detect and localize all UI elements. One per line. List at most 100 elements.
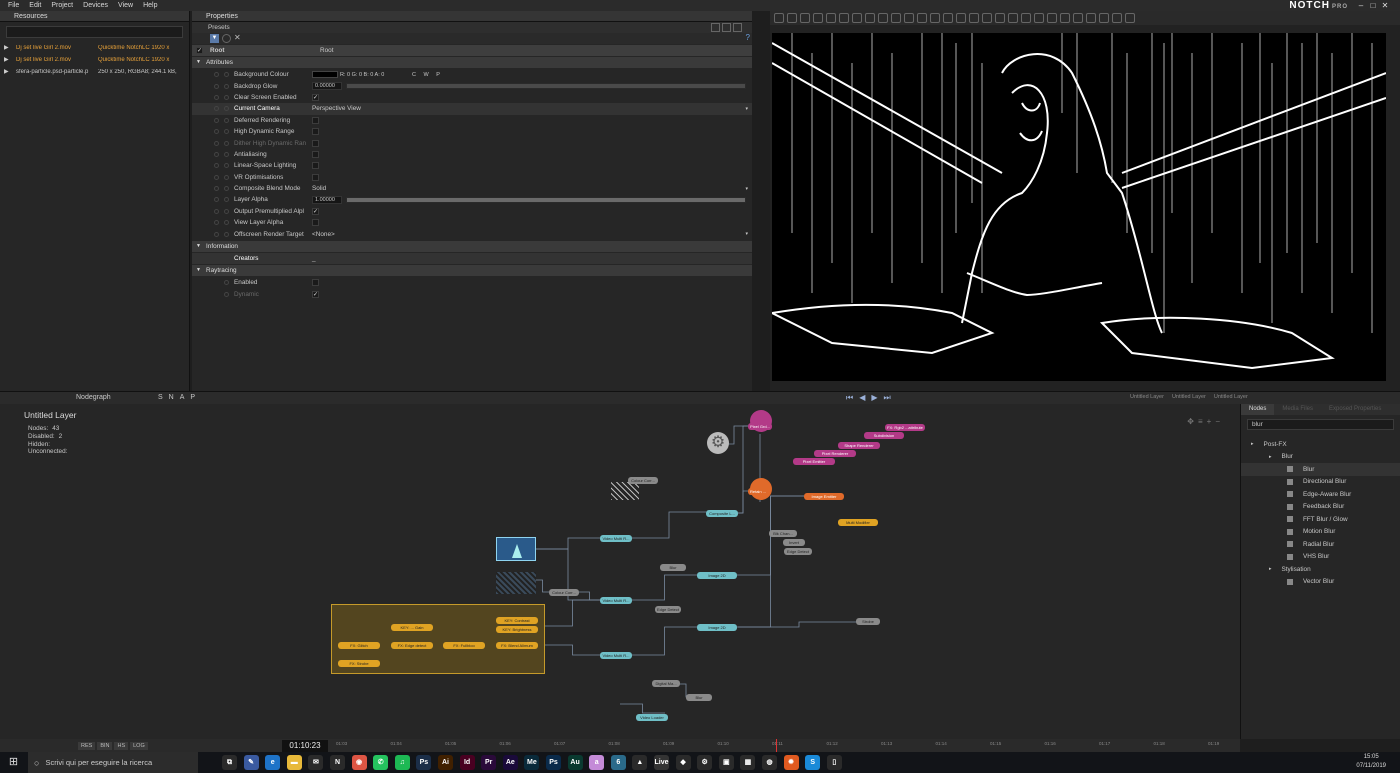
play-icon[interactable]: ▶	[4, 45, 10, 51]
link-dot-icon[interactable]	[224, 106, 229, 112]
keyframe-dot-icon[interactable]	[214, 231, 219, 237]
app-a-icon[interactable]: a	[589, 755, 605, 770]
keyframe-dot-icon[interactable]	[214, 72, 219, 78]
play-icon[interactable]: ▶	[4, 57, 10, 63]
menu-devices[interactable]: Devices	[83, 2, 108, 9]
keyframe-dot-icon[interactable]	[214, 151, 219, 157]
graph-node[interactable]: Retain ...	[748, 488, 768, 495]
graph-node[interactable]: Image 2D	[697, 624, 737, 631]
viewport-tool-icon[interactable]	[800, 13, 810, 23]
property-row[interactable]: Output Premultiplied Alpl ✓	[192, 206, 752, 217]
tree-arrow-icon[interactable]: ▸	[1269, 454, 1272, 460]
skip-start-icon[interactable]: ⏮	[846, 393, 853, 403]
viewport-tool-icon[interactable]	[995, 13, 1005, 23]
add-icon[interactable]	[722, 23, 731, 32]
color-mode-buttons[interactable]: C W P	[412, 72, 440, 78]
layer-tab[interactable]: Untitled Layer	[1130, 394, 1164, 400]
step-forward-icon[interactable]: ⏭	[884, 393, 891, 403]
information-section[interactable]: Information	[192, 240, 752, 252]
link-dot-icon[interactable]	[224, 83, 229, 89]
menu-edit[interactable]: Edit	[29, 2, 41, 9]
property-row[interactable]: High Dynamic Range	[192, 126, 752, 137]
link-dot-icon[interactable]	[224, 94, 229, 100]
tree-arrow-icon[interactable]: ▸	[1269, 566, 1272, 572]
resource-item[interactable]: ▶ Dj set live Girl 2.mov Quicktime NotchLC…	[0, 42, 189, 54]
property-checkbox[interactable]	[312, 116, 319, 124]
layer-tab[interactable]: Untitled Layer	[1214, 394, 1248, 400]
library-search-input[interactable]: blur	[1247, 419, 1394, 430]
keyframe-dot-icon[interactable]	[214, 140, 219, 146]
resource-item[interactable]: ▶ sfera-particle.psd-particle.p 250 x 250,…	[0, 66, 189, 78]
graph-node[interactable]: Colour Corr...	[628, 477, 658, 484]
viewport-tool-icon[interactable]	[865, 13, 875, 23]
link-dot-icon[interactable]	[224, 231, 229, 237]
notch-icon[interactable]: N	[330, 755, 345, 770]
graph-node[interactable]: FX: Edge detect	[391, 642, 433, 649]
snap-toggle[interactable]: A	[180, 394, 185, 401]
viewport-tool-icon[interactable]	[904, 13, 914, 23]
color-swatch[interactable]	[312, 71, 338, 79]
viewport-tool-icon[interactable]	[839, 13, 849, 23]
library-item[interactable]: Motion Blur	[1241, 526, 1400, 539]
keyframe-dot-icon[interactable]	[214, 220, 219, 226]
library-tab[interactable]: Media Files	[1274, 404, 1321, 415]
step-back-icon[interactable]: ◀	[859, 393, 865, 403]
filter-icon[interactable]: ▼	[210, 34, 219, 43]
graph-node[interactable]: Blur	[686, 694, 712, 701]
link-dot-icon[interactable]	[224, 208, 229, 214]
timecode-display[interactable]: 01:10:23	[282, 740, 328, 752]
graph-node[interactable]: Image Emitter	[804, 493, 844, 500]
viewport-tool-icon[interactable]	[826, 13, 836, 23]
property-checkbox[interactable]	[312, 162, 319, 170]
spotify-icon[interactable]: ♫	[394, 755, 410, 770]
property-checkbox[interactable]	[312, 150, 319, 158]
raytracing-checkbox[interactable]: ✓	[312, 290, 319, 298]
root-row[interactable]: ✓ Root Root	[192, 45, 752, 56]
screen-icon[interactable]: ▣	[718, 755, 734, 770]
graph-node[interactable]: Multi Modifier	[838, 519, 878, 526]
keyframe-dot-icon[interactable]	[214, 94, 219, 100]
property-row[interactable]: Antialiasing	[192, 149, 752, 160]
chrome-icon[interactable]: ◉	[351, 755, 367, 770]
graph-node[interactable]: Image 2D	[697, 572, 737, 579]
library-item[interactable]: FFT Blur / Glow	[1241, 513, 1400, 526]
video-thumbnail[interactable]	[496, 537, 536, 561]
graph-node[interactable]: Shape Renderer	[838, 442, 880, 449]
viewport-tool-icon[interactable]	[930, 13, 940, 23]
viewport-tool-icon[interactable]	[1073, 13, 1083, 23]
graph-node[interactable]: Colour Corr...	[549, 589, 579, 596]
property-row[interactable]: Linear-Space Lighting	[192, 160, 752, 171]
property-select[interactable]: Perspective View	[312, 105, 361, 112]
graph-node[interactable]: Pixel Renderer	[814, 450, 856, 457]
root-enabled-checkbox[interactable]: ✓	[196, 47, 203, 54]
viewport-tool-icon[interactable]	[982, 13, 992, 23]
property-row[interactable]: Backdrop Glow 0.00000	[192, 80, 752, 91]
chevron-down-icon[interactable]: ▾	[745, 186, 748, 192]
keyframe-dot-icon[interactable]	[214, 208, 219, 214]
raytracing-row[interactable]: Dynamic ✓	[192, 289, 752, 300]
chevron-down-icon[interactable]: ▾	[745, 106, 748, 112]
audition-icon[interactable]: Au	[567, 755, 583, 770]
playhead[interactable]	[776, 739, 777, 752]
gear-hub-icon[interactable]: ⚙	[707, 432, 729, 454]
library-item[interactable]: Blur	[1241, 463, 1400, 476]
property-checkbox[interactable]	[312, 128, 319, 136]
vlc-icon[interactable]: ▲	[632, 755, 648, 770]
viewport-tool-icon[interactable]	[943, 13, 953, 23]
app-s-icon[interactable]: S	[805, 755, 821, 770]
library-item[interactable]: Edge-Aware Blur	[1241, 488, 1400, 501]
graph-node[interactable]: FX: Glitch	[338, 642, 380, 649]
property-row[interactable]: VR Optimisations	[192, 172, 752, 183]
clear-icon[interactable]: ✕	[234, 33, 241, 42]
viewport-tool-icon[interactable]	[956, 13, 966, 23]
viewport-tool-icon[interactable]	[813, 13, 823, 23]
link-dot-icon[interactable]	[224, 186, 229, 192]
viewport-tool-icon[interactable]	[878, 13, 888, 23]
property-checkbox[interactable]	[312, 173, 319, 181]
library-tab[interactable]: Nodes	[1241, 404, 1275, 415]
taskbar-clock[interactable]: 15:05 07/11/2019	[1356, 753, 1386, 771]
viewport-tool-icon[interactable]	[891, 13, 901, 23]
after-effects-icon[interactable]: Ae	[502, 755, 518, 770]
property-row[interactable]: Current Camera Perspective View ▾	[192, 103, 752, 115]
settings-icon[interactable]: ⚙	[697, 755, 713, 770]
